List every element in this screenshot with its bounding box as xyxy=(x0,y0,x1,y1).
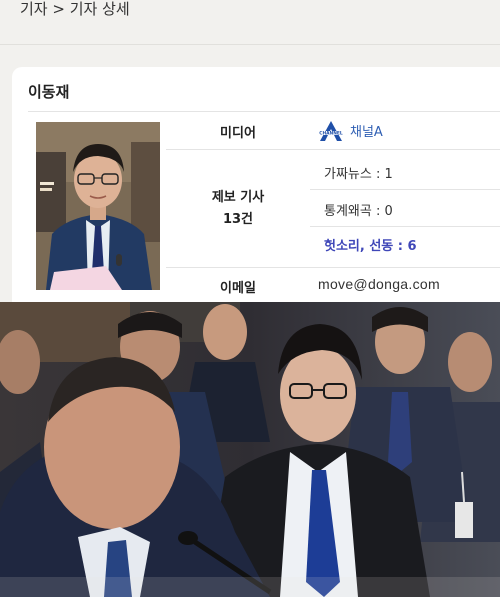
tip-stat-distortion: 통계왜곡 : 0 xyxy=(324,204,393,219)
title-divider xyxy=(28,111,500,112)
header-divider xyxy=(0,44,500,45)
reporter-name: 이동재 xyxy=(28,83,70,101)
tips-divider xyxy=(166,267,500,268)
email-value[interactable]: move@donga.com xyxy=(318,276,440,292)
reporter-photo-image xyxy=(36,122,160,290)
reporter-detail-screen: 기자 > 기자 상세 이동재 미디어 CHANNEL 채널A 제보 기사 13건… xyxy=(0,0,500,302)
media-divider xyxy=(166,149,500,150)
channel-a-logo: CHANNEL xyxy=(318,120,344,141)
media-label: 미디어 xyxy=(220,126,256,141)
channel-logo-text: CHANNEL xyxy=(319,131,343,137)
breadcrumb: 기자 > 기자 상세 xyxy=(20,0,130,20)
media-value[interactable]: CHANNEL 채널A xyxy=(318,120,383,141)
tip-articles-title: 제보 기사 xyxy=(211,190,265,205)
tip-articles-label: 제보 기사 13건 xyxy=(166,187,310,231)
reporter-card: 이동재 미디어 CHANNEL 채널A 제보 기사 13건 가짜뉴스: 1 통… xyxy=(12,67,500,302)
media-name[interactable]: 채널A xyxy=(350,121,383,140)
email-label: 이메일 xyxy=(220,281,256,296)
channel-a-logo-icon: CHANNEL xyxy=(318,121,344,141)
hearing-photo-image xyxy=(0,302,500,597)
tip-divider-1 xyxy=(310,189,500,190)
reporter-photo xyxy=(36,122,160,290)
tip-fake-news: 가짜뉴스 : 1 xyxy=(324,167,393,182)
hearing-photo xyxy=(0,302,500,597)
breadcrumb-text[interactable]: 기자 > 기자 상세 xyxy=(20,0,130,18)
tip-articles-count: 13건 xyxy=(222,212,254,227)
tip-divider-2 xyxy=(310,226,500,227)
tip-nonsense-agitation: 헛소리, 선동 : 6 xyxy=(324,239,417,254)
